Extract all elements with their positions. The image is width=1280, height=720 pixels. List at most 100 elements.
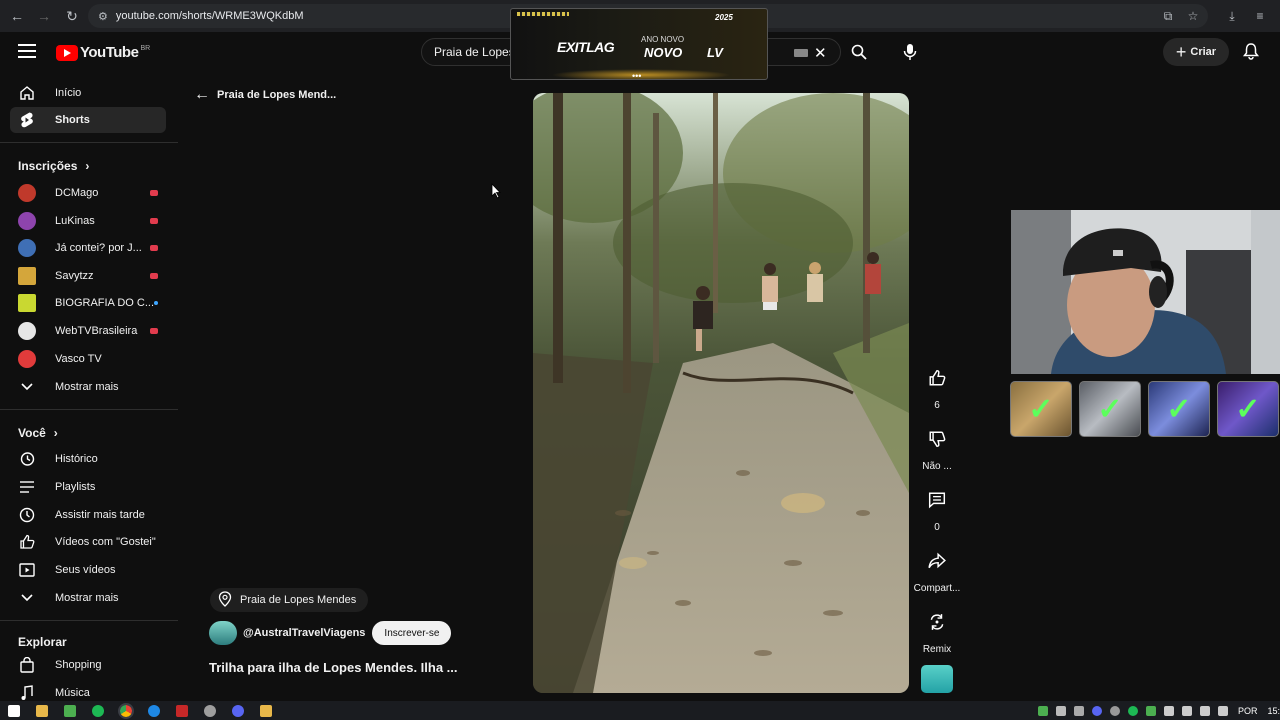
remix-button[interactable]: Remix bbox=[912, 604, 962, 655]
channel-name[interactable]: @AustralTravelViagens bbox=[243, 627, 365, 639]
app-icon[interactable] bbox=[148, 704, 160, 717]
app-icon[interactable] bbox=[204, 704, 216, 717]
sidebar-item-subscription[interactable]: Savytzz bbox=[10, 263, 166, 289]
chevron-down-icon bbox=[18, 378, 36, 396]
sidebar-item-history[interactable]: Histórico bbox=[10, 446, 166, 472]
sidebar-item-subscription[interactable]: BIOGRAFIA DO C... bbox=[10, 290, 166, 316]
create-button[interactable]: + Criar bbox=[1163, 38, 1229, 66]
app-icon[interactable] bbox=[64, 704, 76, 717]
chrome-icon[interactable] bbox=[118, 702, 134, 719]
sidebar-item-subscription[interactable]: LuKinas bbox=[10, 208, 166, 234]
chevron-right-icon: › bbox=[85, 159, 90, 173]
windows-start-icon[interactable] bbox=[8, 704, 20, 717]
download-icon[interactable]: ⤓ bbox=[1224, 8, 1240, 24]
sidebar-item-subscription[interactable]: DCMago bbox=[10, 180, 166, 206]
location-chip[interactable]: Praia de Lopes Mendes bbox=[210, 588, 369, 612]
sidebar-item-label: Já contei? por J... bbox=[55, 242, 142, 254]
search-button[interactable] bbox=[842, 38, 876, 66]
site-settings-icon[interactable]: ⚙ bbox=[98, 10, 108, 23]
sidebar-item-home[interactable]: Início bbox=[10, 80, 166, 106]
avatar bbox=[18, 294, 36, 312]
notifications-icon[interactable] bbox=[1242, 42, 1262, 62]
home-icon bbox=[18, 84, 36, 102]
youtube-logo[interactable]: YouTube BR bbox=[56, 44, 150, 61]
show-more-you[interactable]: Mostrar mais bbox=[10, 585, 166, 611]
reading-list-icon[interactable]: ≡ bbox=[1252, 8, 1268, 24]
tray-icon[interactable] bbox=[1055, 705, 1066, 716]
microphone-icon[interactable] bbox=[1163, 705, 1174, 716]
explore-header: Explorar bbox=[18, 635, 67, 649]
input-language[interactable]: POR bbox=[1238, 706, 1258, 716]
folder-icon[interactable] bbox=[260, 704, 272, 717]
you-header[interactable]: Você › bbox=[18, 426, 58, 440]
live-indicator bbox=[150, 328, 158, 334]
system-tray: POR 15: bbox=[1030, 701, 1280, 720]
tray-icon[interactable] bbox=[1091, 705, 1102, 716]
avatar bbox=[18, 350, 36, 368]
sidebar-item-playlists[interactable]: Playlists bbox=[10, 474, 166, 500]
sidebar-item-watch-later[interactable]: Assistir mais tarde bbox=[10, 502, 166, 528]
shorts-video-player[interactable] bbox=[533, 93, 909, 693]
sidebar-item-liked-videos[interactable]: Vídeos com "Gostei" bbox=[10, 529, 166, 555]
like-count: 6 bbox=[934, 400, 940, 411]
volume-icon[interactable] bbox=[1217, 705, 1228, 716]
logo-text: YouTube bbox=[80, 44, 139, 61]
bookmark-star-icon[interactable]: ☆ bbox=[1185, 8, 1201, 24]
battery-icon[interactable] bbox=[1181, 705, 1192, 716]
location-pin-icon bbox=[218, 590, 232, 610]
sidebar-item-subscription[interactable]: Já contei? por J... bbox=[10, 235, 166, 261]
audio-remix-thumbnail[interactable] bbox=[921, 665, 953, 693]
voice-search-button[interactable] bbox=[895, 37, 925, 67]
sidebar-item-subscription[interactable]: Vasco TV bbox=[10, 346, 166, 372]
file-explorer-icon[interactable] bbox=[36, 704, 48, 717]
share-icon bbox=[919, 543, 955, 579]
like-button[interactable]: 6 bbox=[912, 360, 962, 411]
discord-icon[interactable] bbox=[232, 704, 244, 717]
menu-icon[interactable] bbox=[18, 44, 36, 58]
avatar bbox=[18, 267, 36, 285]
dislike-label: Não ... bbox=[922, 461, 952, 472]
channel-row: @AustralTravelViagens Inscrever-se bbox=[209, 621, 452, 645]
video-title[interactable]: Trilha para ilha de Lopes Mendes. Ilha .… bbox=[209, 660, 458, 675]
you-title: Você bbox=[18, 426, 46, 440]
network-icon[interactable] bbox=[1199, 705, 1210, 716]
checkmark-icon: ✓ bbox=[1097, 392, 1123, 426]
tray-icon[interactable] bbox=[1109, 705, 1120, 716]
shorts-back-button[interactable]: ← Praia de Lopes Mend... bbox=[194, 86, 336, 104]
sidebar-item-your-videos[interactable]: Seus vídeos bbox=[10, 557, 166, 583]
dislike-button[interactable]: Não ... bbox=[912, 421, 962, 472]
location-label: Praia de Lopes Mendes bbox=[240, 594, 357, 606]
back-icon[interactable]: ← bbox=[3, 2, 31, 30]
channel-avatar[interactable] bbox=[209, 621, 237, 645]
comments-button[interactable]: 0 bbox=[912, 482, 962, 533]
forward-icon[interactable]: → bbox=[30, 2, 58, 30]
divider bbox=[0, 620, 178, 621]
tray-icon[interactable] bbox=[1127, 705, 1138, 716]
app-icon[interactable] bbox=[176, 704, 188, 717]
ad-year: 2025 bbox=[715, 13, 733, 22]
tray-icon[interactable] bbox=[1073, 705, 1084, 716]
clear-icon[interactable]: ✕ bbox=[814, 44, 827, 62]
clock[interactable]: 15: bbox=[1267, 706, 1280, 716]
tray-icon[interactable] bbox=[1145, 705, 1156, 716]
overlay-card: ✓ bbox=[1079, 381, 1141, 437]
subscriptions-header[interactable]: Inscrições › bbox=[18, 159, 89, 173]
os-taskbar: POR 15: bbox=[0, 701, 1280, 720]
exitlag-ad-banner[interactable]: 2025 EXITLAG ANO NOVO NOVO LV ••• bbox=[510, 8, 768, 80]
install-icon[interactable]: ⧉ bbox=[1160, 8, 1176, 24]
remix-icon bbox=[919, 604, 955, 640]
keyboard-icon[interactable] bbox=[794, 49, 808, 57]
sidebar-item-shopping[interactable]: Shopping bbox=[10, 652, 166, 678]
tray-icon[interactable] bbox=[1037, 705, 1048, 716]
share-button[interactable]: Compart... bbox=[912, 543, 962, 594]
reload-icon[interactable]: ↻ bbox=[58, 2, 86, 30]
subscribe-button[interactable]: Inscrever-se bbox=[372, 621, 452, 645]
sidebar-item-label: Mostrar mais bbox=[55, 592, 119, 604]
show-more-subscriptions[interactable]: Mostrar mais bbox=[10, 374, 166, 400]
remix-label: Remix bbox=[922, 644, 952, 655]
spotify-icon[interactable] bbox=[92, 704, 104, 717]
sidebar-item-shorts[interactable]: Shorts bbox=[10, 107, 166, 133]
sidebar-item-subscription[interactable]: WebTVBrasileira bbox=[10, 318, 166, 344]
shopping-icon bbox=[18, 656, 36, 674]
search-value: Praia de Lopes bbox=[434, 45, 515, 59]
